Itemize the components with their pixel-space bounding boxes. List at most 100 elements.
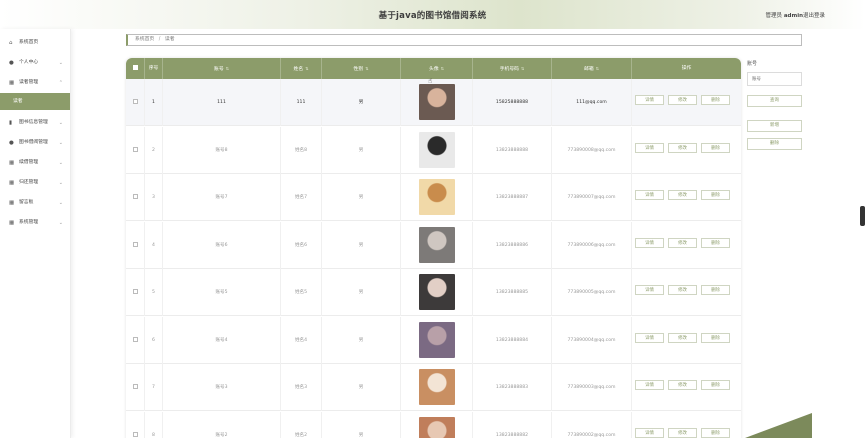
breadcrumb-home[interactable]: 系统首页 xyxy=(135,37,154,42)
sidebar-item-borrow[interactable]: ● 图书借阅管理 ⌄ xyxy=(0,133,70,153)
table-row[interactable]: 7 账号3 姓名3 男 13823888883 773890003@qq.com 详情 修改删… xyxy=(126,364,741,411)
col-header-name[interactable]: 姓名 ⇅ xyxy=(281,58,322,79)
delete-button[interactable]: 删除 xyxy=(701,237,730,248)
table-row[interactable]: 1 111 111 男 15825888888 111@qq.com 详情 修改 删除 xyxy=(126,79,741,126)
delete-button[interactable]: 删除 xyxy=(701,427,730,438)
col-header-avatar[interactable]: 头像 ⇅ xyxy=(401,58,473,79)
cell-email: 773890005@qq.com xyxy=(552,269,632,316)
delete-button[interactable]: 删除 xyxy=(701,95,730,105)
username: admin xyxy=(783,13,803,19)
sort-icon[interactable]: ⇅ xyxy=(596,66,599,71)
user-icon: ● xyxy=(9,140,14,146)
row-checkbox[interactable] xyxy=(132,146,138,152)
cell-gender: 男 xyxy=(322,79,401,126)
detail-button[interactable]: 详情 xyxy=(635,95,664,105)
table-row[interactable]: 3 账号7 姓名7 男 13823888887 773890007@qq.com 详情 修改删… xyxy=(126,174,741,221)
sidebar-item-return[interactable]: ▦ 归还管理 ⌄ xyxy=(0,173,70,193)
detail-button[interactable]: 详情 xyxy=(635,142,664,153)
row-checkbox[interactable] xyxy=(132,99,138,104)
query-button[interactable]: 查询 xyxy=(747,95,802,107)
table-row[interactable]: 8 账号2 姓名2 男 13823888882 773890002@qq.com 详情 修改删… xyxy=(126,411,741,438)
row-checkbox-cell xyxy=(126,174,145,221)
chart-icon: ▮ xyxy=(9,120,13,126)
detail-button[interactable]: 详情 xyxy=(635,427,664,438)
sidebar-item-system[interactable]: ▦ 系统管理 ⌄ xyxy=(0,213,70,233)
sidebar-item-profile[interactable]: ● 个人中心 ⌄ xyxy=(0,53,70,73)
col-header-email[interactable]: 邮箱 ⇅ xyxy=(552,58,632,79)
detail-button[interactable]: 详情 xyxy=(635,332,664,343)
table-row[interactable]: 6 账号4 姓名4 男 13823888884 773890004@qq.com 详情 修改删… xyxy=(126,316,741,364)
edit-button[interactable]: 修改 xyxy=(668,142,697,153)
sort-icon[interactable]: ⇅ xyxy=(365,66,368,71)
edit-button[interactable]: 修改 xyxy=(668,237,697,248)
detail-button[interactable]: 详情 xyxy=(635,380,664,390)
row-checkbox[interactable] xyxy=(132,241,138,247)
search-input[interactable] xyxy=(747,72,802,86)
cell-phone: 13823888888 xyxy=(473,126,552,174)
sidebar-subitem-reader[interactable]: 读者 xyxy=(0,93,70,110)
select-all-checkbox[interactable] xyxy=(132,65,138,70)
table-row[interactable]: 2 账号8 姓名8 男 13823888888 773890008@qq.com 详情 修改删… xyxy=(126,126,741,174)
sidebar-item-messages[interactable]: ▦ 留言板 ⌄ xyxy=(0,193,70,213)
row-checkbox[interactable] xyxy=(132,289,138,294)
edit-button[interactable]: 修改 xyxy=(668,427,697,438)
sidebar-item-label: 续借管理 xyxy=(19,160,39,165)
select-all-cell xyxy=(126,58,145,79)
user-info: 管理员 admin xyxy=(766,11,803,19)
edit-button[interactable]: 修改 xyxy=(668,332,697,343)
avatar xyxy=(419,416,455,438)
add-button[interactable]: 新增 xyxy=(747,120,802,132)
row-checkbox[interactable] xyxy=(132,336,138,342)
cell-name: 111 xyxy=(281,79,322,126)
delete-button[interactable]: 删除 xyxy=(701,332,730,343)
edit-button[interactable]: 修改 xyxy=(668,285,697,295)
sort-icon[interactable]: ⇅ xyxy=(441,66,444,71)
detail-button[interactable]: 详情 xyxy=(635,237,664,248)
delete-button[interactable]: 删除 xyxy=(701,190,730,200)
sort-icon[interactable]: ⇅ xyxy=(521,66,524,71)
edit-button[interactable]: 修改 xyxy=(668,380,697,390)
cell-email: 773890006@qq.com xyxy=(552,221,632,269)
sidebar-item-renew[interactable]: ▦ 续借管理 ⌄ xyxy=(0,153,70,173)
cell-gender: 男 xyxy=(322,174,401,221)
row-checkbox[interactable] xyxy=(132,431,138,437)
row-checkbox[interactable] xyxy=(132,384,138,389)
edit-button[interactable]: 修改 xyxy=(668,190,697,200)
user-icon: ● xyxy=(9,60,14,66)
col-header-phone[interactable]: 手机号码 ⇅ xyxy=(473,58,552,79)
table-row[interactable]: 4 账号6 姓名6 男 13823888886 773890006@qq.com 详情 修改删… xyxy=(126,221,741,269)
table-row[interactable]: 5 账号5 姓名5 男 13823888885 773890005@qq.com 详情 修改删… xyxy=(126,269,741,316)
sidebar-item-book-info[interactable]: ▮ 图书信息管理 ⌄ xyxy=(0,113,70,133)
cell-no: 5 xyxy=(145,269,163,316)
cursor-icon: ☝ xyxy=(428,77,433,85)
cell-name: 姓名4 xyxy=(281,316,322,364)
col-header-gender[interactable]: 性别 ⇅ xyxy=(322,58,401,79)
avatar xyxy=(419,321,455,358)
batch-delete-button[interactable]: 删除 xyxy=(747,138,802,150)
sidebar-item-label: 读者 xyxy=(13,99,23,104)
row-actions: 详情 修改 删除 xyxy=(635,190,735,202)
grid-icon: ▦ xyxy=(9,180,15,186)
detail-button[interactable]: 详情 xyxy=(635,190,664,200)
cell-no: 1 xyxy=(145,79,163,126)
detail-button[interactable]: 详情 xyxy=(635,285,664,295)
cell-name: 姓名8 xyxy=(281,126,322,174)
delete-button[interactable]: 删除 xyxy=(701,285,730,295)
logout-link[interactable]: 退出登录 xyxy=(803,11,825,19)
breadcrumb-current: 读者 xyxy=(164,37,175,42)
sort-icon[interactable]: ⇅ xyxy=(305,66,308,71)
row-checkbox[interactable] xyxy=(132,194,138,199)
sort-icon[interactable]: ⇅ xyxy=(226,66,229,71)
user-role: 管理员 xyxy=(765,13,783,19)
sidebar-item-home[interactable]: ⌂ 系统首页 xyxy=(0,33,70,53)
col-header-account[interactable]: 账号 ⇅ xyxy=(163,58,281,79)
scrollbar[interactable] xyxy=(860,206,865,226)
cell-gender: 男 xyxy=(322,316,401,364)
delete-button[interactable]: 删除 xyxy=(701,142,730,153)
table-header: 序号 账号 ⇅ 姓名 ⇅ 性别 ⇅ 头像 ⇅ 手机号码 ⇅ 邮箱 ⇅ 操作 xyxy=(126,58,741,79)
chevron-up-icon: ⌃ xyxy=(58,80,63,86)
sidebar-item-readers[interactable]: ▦ 读者管理 ⌃ xyxy=(0,73,70,93)
edit-button[interactable]: 修改 xyxy=(668,95,697,105)
delete-button[interactable]: 删除 xyxy=(701,380,730,390)
chevron-down-icon: ⌄ xyxy=(58,180,63,186)
